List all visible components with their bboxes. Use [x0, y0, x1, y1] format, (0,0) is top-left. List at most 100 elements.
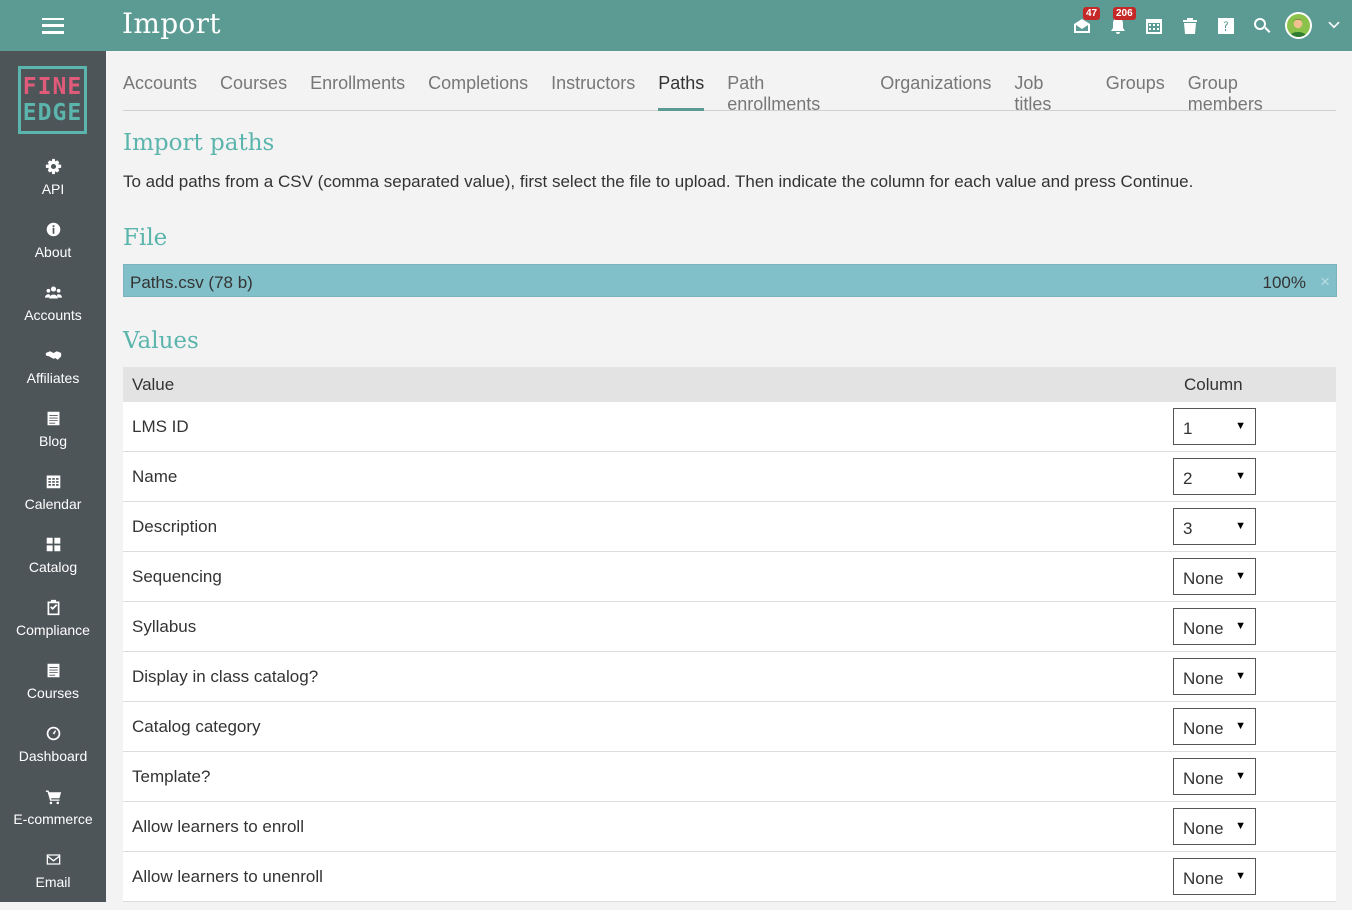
select-value: 2	[1183, 469, 1193, 488]
calendar-button[interactable]	[1136, 0, 1172, 51]
dropdown-arrow-icon: ▼	[1235, 870, 1246, 882]
section-heading-file: File	[123, 225, 168, 251]
column-select-description[interactable]: 3 ▼	[1173, 508, 1256, 545]
dropdown-arrow-icon: ▼	[1235, 470, 1246, 482]
value-label: Description	[132, 517, 218, 536]
hamburger-icon	[42, 17, 64, 34]
import-tabs: Accounts Courses Enrollments Completions…	[123, 64, 1336, 114]
value-label: LMS ID	[132, 417, 189, 436]
sidebar-item-label: Affiliates	[26, 370, 80, 386]
value-label: Template?	[132, 767, 211, 786]
sidebar-item-compliance[interactable]: Compliance	[0, 595, 106, 658]
sidebar-item-dashboard[interactable]: Dashboard	[0, 721, 106, 784]
sidebar-item-accounts[interactable]: Accounts	[0, 280, 106, 343]
select-value: None	[1183, 819, 1224, 838]
sidebar-item-affiliates[interactable]: Affiliates	[0, 343, 106, 406]
logo[interactable]: FINE EDGE	[18, 66, 87, 134]
messages-button[interactable]: 47	[1064, 0, 1101, 51]
search-button[interactable]	[1244, 0, 1280, 51]
column-select-catalog-category[interactable]: None ▼	[1173, 708, 1256, 745]
tab-paths[interactable]: Paths	[658, 64, 705, 111]
select-value: 1	[1183, 419, 1193, 438]
info-icon	[46, 222, 60, 237]
sidebar-item-ecommerce[interactable]: E-commerce	[0, 784, 106, 847]
sidebar-item-catalog[interactable]: Catalog	[0, 532, 106, 595]
table-row: Name 2 ▼	[123, 452, 1336, 502]
tab-instructors[interactable]: Instructors	[551, 64, 635, 111]
column-select-template[interactable]: None ▼	[1173, 758, 1256, 795]
handshake-icon	[45, 351, 61, 360]
column-select-allow-unenroll[interactable]: None ▼	[1173, 858, 1256, 895]
table-row: Description 3 ▼	[123, 502, 1336, 552]
notifications-button[interactable]: 206	[1100, 0, 1136, 51]
column-select-name[interactable]: 2 ▼	[1173, 458, 1256, 495]
select-value: 3	[1183, 519, 1193, 538]
upload-percent: 100%	[1262, 273, 1306, 292]
table-row: Display in class catalog? None ▼	[123, 652, 1336, 702]
search-icon	[1254, 17, 1271, 33]
remove-file-icon[interactable]: ×	[1320, 272, 1330, 292]
sidebar-item-label: Email	[35, 874, 71, 890]
top-icons: 47 206	[1064, 0, 1352, 51]
table-row: Syllabus None ▼	[123, 602, 1336, 652]
section-heading-values: Values	[123, 328, 199, 354]
calendar-icon	[46, 475, 60, 489]
logo-line-2: EDGE	[22, 100, 83, 126]
dropdown-arrow-icon: ▼	[1235, 670, 1246, 682]
user-menu-button[interactable]	[1280, 0, 1316, 51]
select-value: None	[1183, 569, 1224, 588]
notifications-badge: 206	[1113, 7, 1136, 20]
tab-courses[interactable]: Courses	[220, 64, 287, 111]
user-menu-toggle[interactable]	[1316, 0, 1352, 51]
dropdown-arrow-icon: ▼	[1235, 820, 1246, 832]
sidebar-item-label: API	[41, 181, 65, 197]
value-label: Display in class catalog?	[132, 667, 319, 686]
table-header: Value Column	[123, 367, 1336, 402]
select-value: None	[1183, 619, 1224, 638]
tab-job-titles[interactable]: Job titles	[1014, 64, 1082, 114]
header-column: Column	[1184, 375, 1243, 394]
messages-badge: 47	[1083, 7, 1101, 20]
file-upload-progress: Paths.csv (78 b) 100% ×	[123, 264, 1337, 297]
clipboard-check-icon	[47, 599, 59, 616]
select-value: None	[1183, 769, 1224, 788]
sidebar-item-blog[interactable]: Blog	[0, 406, 106, 469]
sidebar-item-about[interactable]: About	[0, 217, 106, 280]
tab-group-members[interactable]: Group members	[1188, 64, 1313, 114]
import-description: To add paths from a CSV (comma separated…	[123, 172, 1194, 191]
sidebar-item-email[interactable]: Email	[0, 847, 106, 910]
values-table: Value Column LMS ID 1 ▼ Name 2 ▼ Descripti…	[123, 367, 1336, 902]
tab-enrollments[interactable]: Enrollments	[310, 64, 405, 111]
sidebar-item-api[interactable]: API	[0, 154, 106, 217]
tab-completions[interactable]: Completions	[428, 64, 528, 111]
page-title: Import	[122, 7, 221, 40]
trash-button[interactable]	[1172, 0, 1208, 51]
tab-organizations[interactable]: Organizations	[880, 64, 991, 111]
table-row: Allow learners to unenroll None ▼	[123, 852, 1336, 902]
column-select-display-in-catalog[interactable]: None ▼	[1173, 658, 1256, 695]
sidebar-item-label: Calendar	[24, 496, 82, 512]
sidebar-item-courses[interactable]: Courses	[0, 658, 106, 721]
table-row: Catalog category None ▼	[123, 702, 1336, 752]
table-row: Template? None ▼	[123, 752, 1336, 802]
select-value: None	[1183, 669, 1224, 688]
column-select-lms-id[interactable]: 1 ▼	[1173, 408, 1256, 445]
column-select-sequencing[interactable]: None ▼	[1173, 558, 1256, 595]
gear-icon	[45, 158, 61, 175]
sidebar-item-label: Courses	[26, 685, 80, 701]
tab-path-enrollments[interactable]: Path enrollments	[727, 64, 857, 114]
column-select-allow-enroll[interactable]: None ▼	[1173, 808, 1256, 845]
sidebar-item-label: Accounts	[24, 307, 82, 323]
users-icon	[44, 286, 62, 299]
table-row: Allow learners to enroll None ▼	[123, 802, 1336, 852]
help-button[interactable]	[1208, 0, 1244, 51]
tab-groups[interactable]: Groups	[1106, 64, 1165, 111]
value-label: Allow learners to enroll	[132, 817, 304, 836]
tab-accounts[interactable]: Accounts	[123, 64, 197, 111]
sidebar-item-calendar[interactable]: Calendar	[0, 469, 106, 532]
column-select-syllabus[interactable]: None ▼	[1173, 608, 1256, 645]
dropdown-arrow-icon: ▼	[1235, 620, 1246, 632]
menu-button[interactable]	[0, 0, 106, 51]
logo-line-1: FINE	[22, 74, 83, 100]
calendar-icon	[1146, 18, 1162, 34]
